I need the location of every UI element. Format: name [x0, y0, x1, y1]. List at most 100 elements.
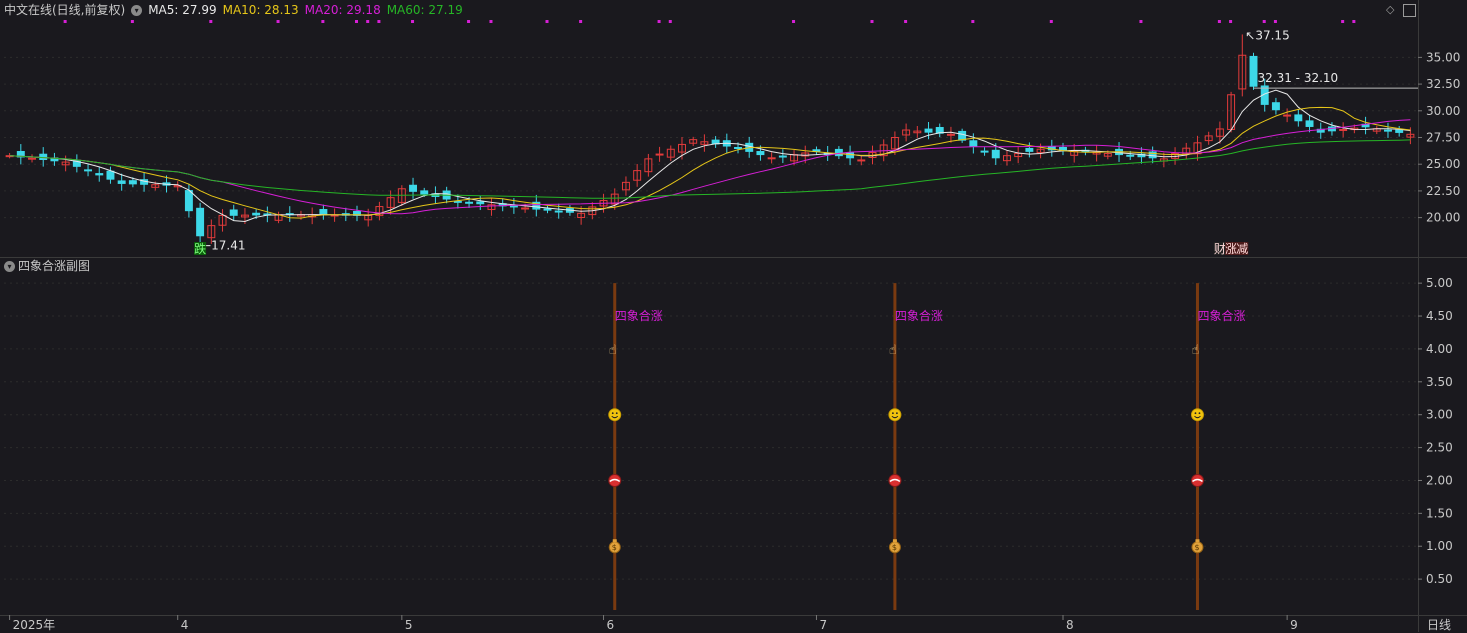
y-tick-label: 35.00: [1426, 50, 1460, 64]
top-marker: [1049, 20, 1053, 23]
sub-y-tick-label: 1.00: [1426, 539, 1453, 553]
top-marker: [792, 20, 796, 23]
candle-up: [767, 157, 776, 160]
candle-down: [319, 209, 328, 216]
top-marker: [579, 20, 583, 23]
ma5-label: MA5: 27.99: [148, 3, 217, 17]
candle-down: [1305, 120, 1314, 127]
high-price-label: ↖37.15: [1245, 28, 1289, 42]
money-bag-neck: [612, 539, 617, 543]
smiley-eye: [615, 412, 618, 415]
candle-down: [252, 212, 261, 216]
smiley-eye: [1198, 412, 1201, 415]
money-bag-neck: [1195, 539, 1200, 543]
smiley-eye: [1194, 412, 1197, 415]
candle-down: [128, 180, 137, 185]
top-marker: [489, 20, 493, 23]
top-marker: [63, 20, 67, 23]
ma10-line: [9, 106, 1411, 219]
money-bag-sign: $: [892, 543, 897, 552]
candle-down: [476, 201, 485, 205]
smiley-icon: [608, 408, 622, 422]
top-marker: [1217, 20, 1221, 23]
sub-y-tick-label: 3.00: [1426, 408, 1453, 422]
top-marker: [904, 20, 908, 23]
top-marker: [545, 20, 549, 23]
candle-down: [117, 180, 126, 184]
x-tick-label: 8: [1066, 618, 1074, 632]
top-marker: [971, 20, 975, 23]
ma5-line: [9, 89, 1411, 223]
top-marker: [209, 20, 213, 23]
signal-label: 四象合涨: [1197, 308, 1245, 323]
ma60-label: MA60: 27.19: [386, 3, 463, 17]
y-tick-label: 25.00: [1426, 157, 1460, 171]
candle-down: [229, 209, 238, 216]
sub-y-tick-label: 2.50: [1426, 441, 1453, 455]
sub-y-tick-label: 0.50: [1426, 572, 1453, 586]
top-marker: [668, 20, 672, 23]
sub-y-tick-label: 4.00: [1426, 342, 1453, 356]
candle-down: [1384, 129, 1392, 132]
money-bag-neck: [892, 539, 897, 543]
chart-header: 中文在线(日线,前复权) ▾ MA5: 27.99 MA10: 28.13 MA20: …: [4, 1, 469, 19]
top-marker: [1262, 20, 1266, 23]
maximize-icon[interactable]: [1403, 4, 1416, 17]
candle-up: [1339, 128, 1348, 131]
top-marker: [321, 20, 325, 23]
signal-label: 四象合涨: [895, 308, 943, 323]
candle-down: [39, 153, 48, 161]
price-range-label: 32.31 - 32.10: [1258, 71, 1339, 85]
marker-label: 财: [1214, 242, 1226, 256]
x-tick-label: 6: [607, 618, 615, 632]
money-bag-sign: $: [612, 543, 617, 552]
candle-up: [857, 159, 866, 162]
top-marker: [276, 20, 280, 23]
candle-down: [84, 169, 93, 172]
diamond-icon[interactable]: ◇: [1386, 3, 1394, 16]
sub-y-tick-label: 4.50: [1426, 309, 1453, 323]
hand-pointer-icon: ☝: [889, 343, 897, 358]
smiley-eye: [896, 412, 898, 415]
candle-down: [1025, 147, 1034, 152]
candle-down: [1294, 114, 1303, 122]
sub-y-tick-label: 1.50: [1426, 506, 1453, 520]
top-marker: [1139, 20, 1143, 23]
period-label[interactable]: 日线: [1427, 616, 1451, 633]
candle-down: [1126, 154, 1135, 157]
top-marker: [467, 20, 471, 23]
x-tick-label: 7: [819, 618, 827, 632]
candle-down: [106, 170, 115, 180]
candle-up: [28, 157, 36, 160]
candle-down: [409, 184, 418, 192]
sub-chart-header: ▾ 四象合涨副图: [4, 258, 90, 274]
candle-down: [1271, 102, 1280, 111]
sub-chart-title: 四象合涨副图: [18, 259, 91, 273]
sub-y-tick-label: 3.50: [1426, 375, 1453, 389]
top-marker: [1229, 20, 1233, 23]
top-marker: [1273, 20, 1277, 23]
smiley-icon: [1190, 408, 1204, 422]
candle-down: [1395, 129, 1404, 133]
top-marker: [1352, 20, 1356, 23]
x-tick-label: 2025年: [13, 618, 56, 632]
y-tick-label: 27.50: [1426, 131, 1460, 145]
candle-down: [543, 208, 552, 211]
candle-up: [521, 207, 530, 210]
collapse-sub-icon[interactable]: ▾: [4, 261, 15, 272]
collapse-icon[interactable]: ▾: [131, 5, 143, 16]
hand-pointer-icon: ☝: [609, 343, 617, 358]
candle-up: [655, 153, 664, 156]
ma60-line: [9, 139, 1411, 199]
candle-down: [991, 149, 1000, 159]
candle-down: [1249, 55, 1258, 87]
y-tick-label: 22.50: [1426, 184, 1460, 198]
smiley-icon: [888, 408, 902, 422]
candle-down: [465, 201, 474, 204]
low-price-label: ←17.41: [201, 238, 245, 252]
smiley-eye: [611, 412, 614, 415]
candle-down: [453, 200, 462, 203]
top-marker: [366, 20, 370, 23]
top-marker: [870, 20, 874, 23]
x-tick-label: 9: [1290, 618, 1298, 632]
